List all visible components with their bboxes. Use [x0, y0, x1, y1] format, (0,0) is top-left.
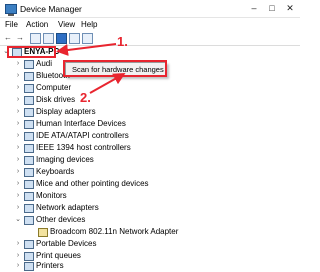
tree-item-label: Audi: [36, 59, 53, 68]
tree-item-label: Network adapters: [36, 203, 99, 212]
expand-icon[interactable]: ›: [14, 107, 22, 117]
device-tree: ⌄ ENYA-PC › Audi › Bluetooth › Computer …: [0, 46, 300, 271]
tree-item-label: Broadcom 802.11n Network Adapter: [50, 227, 179, 236]
tree-item-label: Display adapters: [36, 107, 96, 116]
tree-item-network-adapters[interactable]: › Network adapters: [0, 202, 300, 214]
help-icon[interactable]: [56, 33, 67, 44]
expand-icon[interactable]: ›: [14, 167, 22, 177]
expand-icon[interactable]: ›: [14, 83, 22, 93]
menu-file[interactable]: File: [5, 20, 18, 29]
tree-item-label: IDE ATA/ATAPI controllers: [36, 131, 129, 140]
collapse-icon[interactable]: ⌄: [14, 215, 22, 225]
tree-item-keyboards[interactable]: › Keyboards: [0, 166, 300, 178]
hid-icon: [24, 120, 34, 129]
device-manager-icon: [5, 4, 17, 16]
tree-item-computer[interactable]: › Computer: [0, 82, 300, 94]
tree-root[interactable]: ⌄ ENYA-PC: [0, 46, 300, 58]
network-icon: [24, 204, 34, 213]
tree-item-printers[interactable]: › Printers: [0, 260, 300, 272]
tree-item-label: Print queues: [36, 251, 81, 260]
speaker-icon: [24, 60, 34, 69]
camera-icon: [24, 156, 34, 165]
toolbar: ← →: [0, 31, 300, 46]
tree-item-display-adapters[interactable]: › Display adapters: [0, 106, 300, 118]
properties-icon[interactable]: [30, 33, 41, 44]
expand-icon[interactable]: ›: [14, 203, 22, 213]
root-highlight-box: [7, 46, 56, 58]
tree-item-label: Monitors: [36, 191, 67, 200]
bluetooth-icon: [24, 72, 34, 81]
portable-device-icon: [24, 240, 34, 249]
expand-icon[interactable]: ›: [14, 191, 22, 201]
tree-item-broadcom[interactable]: Broadcom 802.11n Network Adapter: [0, 226, 300, 238]
unknown-device-icon: [24, 216, 34, 225]
title-bar: Device Manager – □ ✕: [0, 0, 300, 18]
update-driver-icon[interactable]: [69, 33, 80, 44]
window-title: Device Manager: [20, 4, 82, 14]
tree-item-label: Printers: [36, 261, 64, 270]
tree-item-label: Computer: [36, 83, 72, 92]
tree-item-label: Mice and other pointing devices: [36, 179, 149, 188]
context-menu-highlight-box: [63, 60, 167, 77]
tree-item-label: Disk drives: [36, 95, 76, 104]
tree-item-label: Other devices: [36, 215, 86, 224]
annotation-step1: 1.: [117, 34, 128, 49]
tree-item-label: Human Interface Devices: [36, 119, 126, 128]
tree-item-imaging[interactable]: › Imaging devices: [0, 154, 300, 166]
tree-item-label: Keyboards: [36, 167, 75, 176]
expand-icon[interactable]: ›: [14, 95, 22, 105]
menu-view[interactable]: View: [58, 20, 75, 29]
expand-icon[interactable]: ›: [14, 59, 22, 69]
display-icon: [24, 108, 34, 117]
menu-bar: File Action View Help: [0, 18, 300, 31]
ide-icon: [24, 132, 34, 141]
expand-icon[interactable]: ›: [14, 179, 22, 189]
ieee1394-icon: [24, 144, 34, 153]
scan-hardware-icon[interactable]: [82, 33, 93, 44]
show-hidden-icon[interactable]: [43, 33, 54, 44]
tree-item-hid[interactable]: › Human Interface Devices: [0, 118, 300, 130]
expand-icon[interactable]: ›: [14, 155, 22, 165]
keyboard-icon: [24, 168, 34, 177]
expand-icon[interactable]: ›: [14, 119, 22, 129]
expand-icon[interactable]: ›: [14, 71, 22, 81]
expand-icon[interactable]: ›: [14, 131, 22, 141]
tree-item-label: Portable Devices: [36, 239, 97, 248]
minimize-button[interactable]: –: [248, 2, 260, 14]
forward-button[interactable]: →: [15, 33, 25, 43]
tree-item-ieee1394[interactable]: › IEEE 1394 host controllers: [0, 142, 300, 154]
expand-icon[interactable]: ›: [14, 143, 22, 153]
tree-item-other-devices[interactable]: ⌄ Other devices: [0, 214, 300, 226]
warning-device-icon: [38, 228, 48, 237]
expand-icon[interactable]: ›: [14, 261, 22, 271]
tree-item-label: Imaging devices: [36, 155, 94, 164]
annotation-step2: 2.: [80, 90, 91, 105]
tree-item-label: IEEE 1394 host controllers: [36, 143, 131, 152]
mouse-icon: [24, 180, 34, 189]
back-button[interactable]: ←: [3, 33, 13, 43]
menu-action[interactable]: Action: [26, 20, 48, 29]
maximize-button[interactable]: □: [266, 2, 278, 14]
tree-item-portable-devices[interactable]: › Portable Devices: [0, 238, 300, 250]
menu-help[interactable]: Help: [81, 20, 97, 29]
tree-item-mice[interactable]: › Mice and other pointing devices: [0, 178, 300, 190]
tree-item-ide[interactable]: › IDE ATA/ATAPI controllers: [0, 130, 300, 142]
monitor-icon: [24, 192, 34, 201]
expand-icon[interactable]: ›: [14, 239, 22, 249]
disk-icon: [24, 96, 34, 105]
computer-icon: [24, 84, 34, 93]
tree-item-disk-drives[interactable]: › Disk drives: [0, 94, 300, 106]
tree-item-monitors[interactable]: › Monitors: [0, 190, 300, 202]
close-button[interactable]: ✕: [284, 2, 296, 14]
